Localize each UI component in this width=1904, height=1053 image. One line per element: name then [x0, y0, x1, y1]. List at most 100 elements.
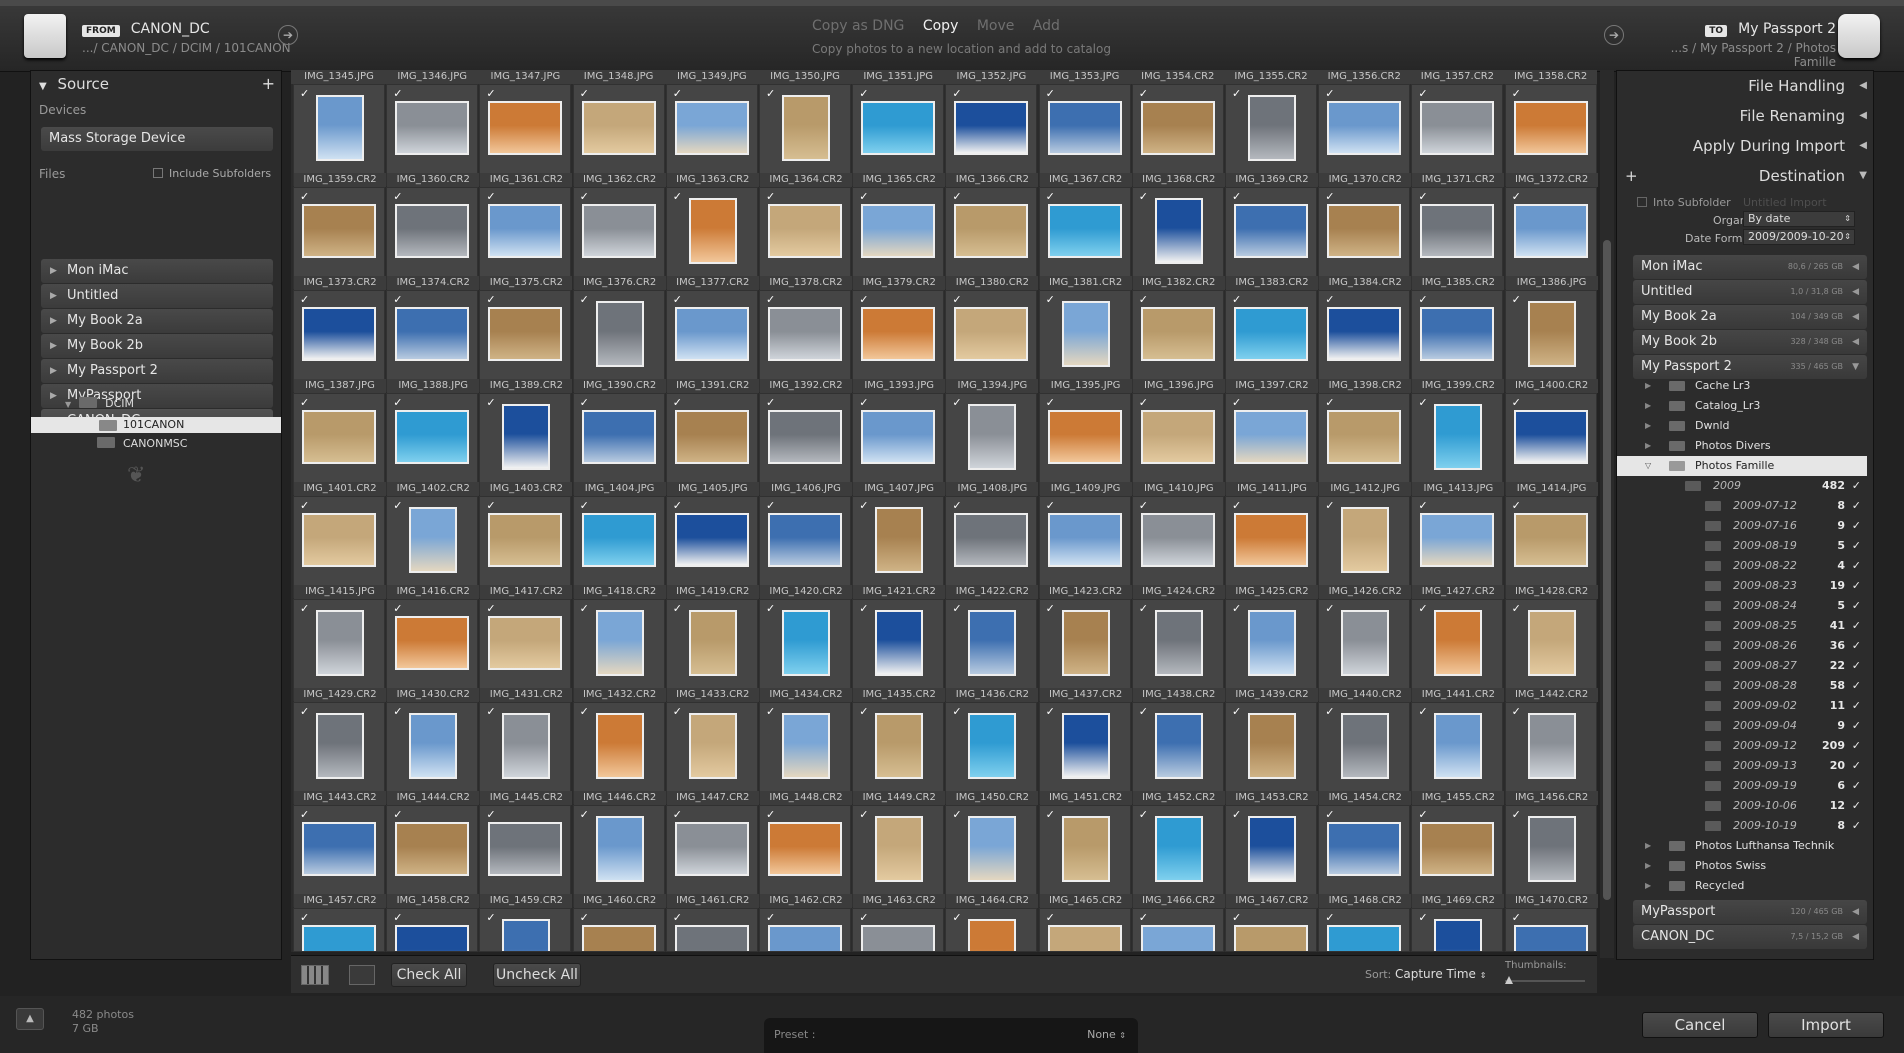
photo-cell[interactable]: ✓ IMG_1385.CR2: [1411, 187, 1505, 290]
date-folder[interactable]: 2009-07-16 9 ✓: [1633, 516, 1867, 536]
photo-checkbox[interactable]: ✓: [300, 500, 309, 511]
photo-checkbox[interactable]: ✓: [1325, 88, 1334, 99]
thumbnail-size-slider[interactable]: [1505, 976, 1585, 984]
photo-checkbox[interactable]: ✓: [300, 809, 309, 820]
photo-checkbox[interactable]: ✓: [952, 603, 961, 614]
destination-folder[interactable]: ▶ Recycled: [1633, 876, 1867, 896]
photo-cell[interactable]: ✓ IMG_1425.CR2: [1225, 496, 1318, 599]
photo-checkbox[interactable]: ✓: [1512, 912, 1521, 923]
photo-checkbox[interactable]: ✓: [766, 809, 775, 820]
organize-select[interactable]: By date ⇕: [1743, 211, 1855, 227]
photo-checkbox[interactable]: ✓: [1232, 603, 1241, 614]
photo-checkbox[interactable]: ✓: [1512, 397, 1521, 408]
photo-cell[interactable]: ✓ IMG_1454.CR2: [1318, 702, 1412, 805]
mode-copy-as-dng[interactable]: Copy as DNG: [812, 18, 904, 34]
photo-checkbox[interactable]: ✓: [580, 912, 589, 923]
include-checkbox[interactable]: ✓: [1852, 716, 1861, 736]
photo-checkbox[interactable]: ✓: [393, 809, 402, 820]
photo-cell[interactable]: ✓ IMG_1405.JPG: [665, 393, 759, 496]
photo-checkbox[interactable]: ✓: [1512, 500, 1521, 511]
photo-cell[interactable]: ✓ IMG_1423.CR2: [1038, 496, 1132, 599]
photo-checkbox[interactable]: ✓: [1139, 88, 1148, 99]
photo-checkbox[interactable]: ✓: [1139, 294, 1148, 305]
date-folder[interactable]: 2009-08-22 4 ✓: [1633, 556, 1867, 576]
photo-cell[interactable]: ✓ IMG_1375.CR2: [479, 187, 573, 290]
photo-cell[interactable]: ✓ IMG_1406.JPG: [759, 393, 852, 496]
photo-cell[interactable]: ✓ IMG_1372.CR2: [1504, 84, 1598, 187]
photo-checkbox[interactable]: ✓: [859, 706, 868, 717]
photo-cell[interactable]: ✓ IMG_1374.CR2: [386, 187, 480, 290]
photo-cell[interactable]: ✓ IMG_1456.CR2: [1504, 702, 1598, 805]
file-renaming-header[interactable]: File Renaming ◀: [1617, 101, 1873, 131]
photo-cell[interactable]: ✓: [945, 908, 1038, 952]
photo-checkbox[interactable]: ✓: [1512, 88, 1521, 99]
photo-checkbox[interactable]: ✓: [952, 706, 961, 717]
photo-checkbox[interactable]: ✓: [1232, 912, 1241, 923]
photo-cell[interactable]: ✓ IMG_1382.CR2: [1131, 187, 1225, 290]
collapsed-triangle-icon[interactable]: ▶: [1645, 436, 1651, 456]
include-checkbox[interactable]: ✓: [1852, 596, 1861, 616]
destination-folder[interactable]: ▶ Catalog_Lr3: [1633, 396, 1867, 416]
photo-checkbox[interactable]: ✓: [1139, 500, 1148, 511]
collapsed-triangle-icon[interactable]: ◀: [1852, 330, 1859, 354]
photo-cell[interactable]: ✓ IMG_1396.JPG: [1131, 290, 1225, 393]
include-checkbox[interactable]: ✓: [1852, 496, 1861, 516]
photo-cell[interactable]: ✓ IMG_1420.CR2: [759, 496, 852, 599]
photo-checkbox[interactable]: ✓: [393, 603, 402, 614]
collapsed-triangle-icon[interactable]: ▶: [50, 359, 57, 383]
photo-cell[interactable]: ✓ IMG_1440.CR2: [1318, 599, 1412, 702]
photo-checkbox[interactable]: ✓: [1512, 191, 1521, 202]
photo-cell[interactable]: ✓ IMG_1397.CR2: [1225, 290, 1318, 393]
photo-checkbox[interactable]: ✓: [1046, 191, 1055, 202]
photo-checkbox[interactable]: ✓: [393, 397, 402, 408]
photo-checkbox[interactable]: ✓: [300, 88, 309, 99]
collapsed-triangle-icon[interactable]: ◀: [1852, 280, 1859, 304]
folder-canonmsc[interactable]: CANONMSC: [97, 437, 187, 450]
photo-cell[interactable]: ✓ IMG_1448.CR2: [759, 702, 852, 805]
photo-cell[interactable]: ✓ IMG_1432.CR2: [572, 599, 666, 702]
destination-folder[interactable]: ▶ Dwnld: [1633, 416, 1867, 436]
folder-101canon-selected[interactable]: 101CANON: [31, 417, 281, 433]
photo-cell[interactable]: ✓ IMG_1460.CR2: [572, 805, 666, 908]
photo-cell[interactable]: ✓ IMG_1380.CR2: [945, 187, 1039, 290]
photo-checkbox[interactable]: ✓: [1232, 294, 1241, 305]
photo-cell[interactable]: ✓ IMG_1377.CR2: [665, 187, 759, 290]
date-folder[interactable]: 2009-09-12 209 ✓: [1633, 736, 1867, 756]
destination-volume[interactable]: Mon iMac 80,6 / 265 GB ◀: [1633, 255, 1867, 279]
photo-cell[interactable]: ✓ IMG_1410.JPG: [1131, 393, 1225, 496]
photo-checkbox[interactable]: ✓: [673, 191, 682, 202]
photo-cell[interactable]: ✓ IMG_1433.CR2: [665, 599, 759, 702]
destination-folder[interactable]: ▽ Photos Famille: [1617, 456, 1867, 476]
destination-volume[interactable]: CANON_DC 7,5 / 15,2 GB ◀: [1633, 925, 1867, 949]
device-mass-storage[interactable]: Mass Storage Device: [41, 127, 273, 151]
photo-cell[interactable]: ✓ IMG_1368.CR2: [1131, 84, 1225, 187]
photo-checkbox[interactable]: ✓: [580, 191, 589, 202]
collapsed-triangle-icon[interactable]: ▶: [1645, 836, 1651, 856]
preset-select[interactable]: None ⇕: [1087, 1028, 1126, 1041]
date-folder[interactable]: 2009-10-06 12 ✓: [1633, 796, 1867, 816]
photo-checkbox[interactable]: ✓: [1325, 397, 1334, 408]
photo-checkbox[interactable]: ✓: [486, 912, 495, 923]
collapsed-triangle-icon[interactable]: ▶: [50, 384, 57, 408]
into-subfolder-checkbox[interactable]: Into Subfolder: [1637, 196, 1731, 209]
photo-cell[interactable]: ✓: [1318, 908, 1411, 952]
photo-checkbox[interactable]: ✓: [859, 500, 868, 511]
photo-cell[interactable]: ✓ IMG_1430.CR2: [386, 599, 480, 702]
photo-cell[interactable]: ✓ IMG_1436.CR2: [945, 599, 1039, 702]
photo-checkbox[interactable]: ✓: [859, 191, 868, 202]
photo-checkbox[interactable]: ✓: [580, 603, 589, 614]
include-checkbox[interactable]: ✓: [1852, 796, 1861, 816]
grid-scrollbar[interactable]: [1600, 70, 1614, 958]
photo-checkbox[interactable]: ✓: [859, 912, 868, 923]
photo-checkbox[interactable]: ✓: [580, 294, 589, 305]
photo-checkbox[interactable]: ✓: [1418, 603, 1427, 614]
date-folder[interactable]: 2009-09-13 20 ✓: [1633, 756, 1867, 776]
source-drive-item[interactable]: ▶ My Book 2b: [41, 334, 273, 358]
include-checkbox[interactable]: ✓: [1852, 556, 1861, 576]
photo-checkbox[interactable]: ✓: [393, 706, 402, 717]
date-folder[interactable]: 2009-08-19 5 ✓: [1633, 536, 1867, 556]
photo-cell[interactable]: ✓: [852, 908, 945, 952]
photo-checkbox[interactable]: ✓: [952, 809, 961, 820]
photo-cell[interactable]: ✓ IMG_1466.CR2: [1131, 805, 1225, 908]
photo-checkbox[interactable]: ✓: [1325, 809, 1334, 820]
